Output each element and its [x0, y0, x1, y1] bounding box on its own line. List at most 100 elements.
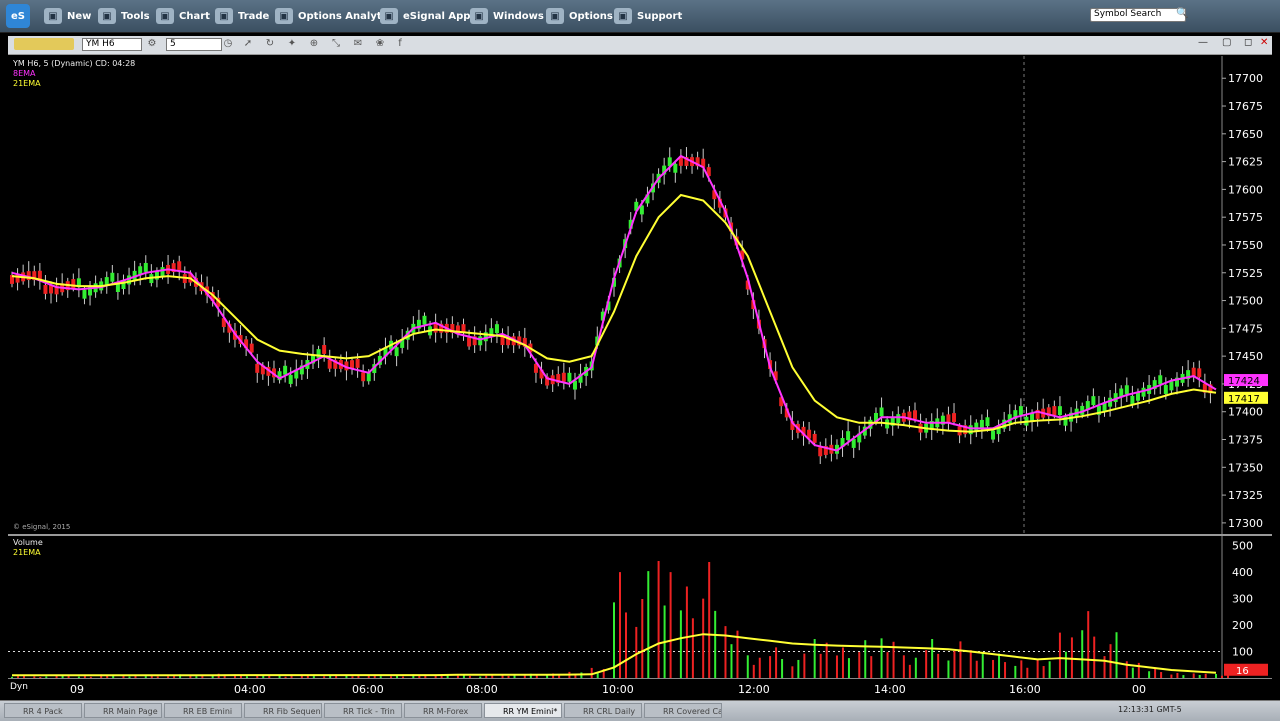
clock-icon[interactable]: ◷	[222, 38, 234, 50]
time-tick-label: 14:00	[874, 683, 906, 696]
page-tab[interactable]: RR Main Page	[84, 703, 162, 718]
volume-pane[interactable]: 100 200 300 400 500 16 Volume 21EMA	[8, 536, 1272, 678]
ema-line-21ema	[11, 193, 1217, 433]
menu-label: Tools	[121, 10, 150, 22]
menu-label: Chart	[179, 10, 210, 22]
menu-label: Trade	[238, 10, 270, 22]
trade-icon: ▣	[215, 8, 233, 24]
candle-body	[422, 315, 427, 325]
candle-body	[355, 358, 360, 368]
menu-new[interactable]: ▣ New	[44, 6, 91, 26]
price-tick-label: 17325	[1228, 489, 1263, 502]
menu-chart[interactable]: ▣ Chart	[156, 6, 210, 26]
menu-esignal-apps[interactable]: ▣ eSignal Apps	[380, 6, 476, 26]
menu-label: Options Analytix	[298, 10, 392, 22]
menu-options[interactable]: ▣ Options	[546, 6, 613, 26]
chart-toolbar: YM H6 ⚙ 5 ◷ ➚ ↻ ✦ ⊕ ⤡ ✉ ❀ f — ▢ ◻ ✕	[8, 36, 1272, 55]
page-tab-bar: RR 4 Pack RR Main Page RR EB Emini RR Fib S…	[0, 700, 1280, 721]
menu-options-analytix[interactable]: ▣ Options Analytix	[275, 6, 392, 26]
menu-windows[interactable]: ▣ Windows	[470, 6, 544, 26]
tools-icon: ▣	[98, 8, 116, 24]
candle-body	[968, 425, 973, 435]
close-icon[interactable]: ✕	[1260, 37, 1268, 48]
mail-icon[interactable]: ✉	[352, 38, 364, 50]
legend-volume-ema: 21EMA	[13, 548, 41, 557]
price-tick-label: 17600	[1228, 183, 1263, 196]
menu-label: Windows	[493, 10, 544, 22]
options-analytix-icon: ▣	[275, 8, 293, 24]
restore-icon[interactable]: ▢	[1222, 37, 1231, 48]
copyright-label: © eSignal, 2015	[13, 523, 71, 531]
last-volume-label: 16	[1236, 666, 1249, 677]
price-tick-label: 17300	[1228, 517, 1263, 530]
page-tab[interactable]: RR YM Emini*	[484, 703, 562, 718]
link-group-icon[interactable]	[14, 38, 74, 50]
twitter-icon[interactable]: ❀	[374, 38, 386, 50]
interval-icon[interactable]: ⚙	[146, 38, 158, 50]
page-tab[interactable]: RR Covered Call C...	[644, 703, 722, 718]
price-tick-label: 17625	[1228, 156, 1263, 169]
search-icon[interactable]: 🔍	[1176, 8, 1188, 19]
draw-line-icon[interactable]: ➚	[242, 38, 254, 50]
candle-body	[1052, 406, 1057, 416]
last-price-label: 17424	[1228, 376, 1260, 387]
symbol-input[interactable]: YM H6	[82, 38, 142, 51]
candle-body	[561, 372, 566, 382]
resize-icon[interactable]: ⤡	[330, 38, 342, 50]
candle-body	[177, 261, 182, 271]
candle-body	[1197, 368, 1202, 378]
support-icon: ▣	[614, 8, 632, 24]
candle-body	[818, 447, 823, 457]
minimize-icon[interactable]: —	[1198, 37, 1208, 48]
candle-body	[283, 365, 288, 375]
symbol-search-input[interactable]: Symbol Search	[1090, 8, 1186, 22]
legend-8ema: 8EMA	[13, 69, 36, 78]
new-icon: ▣	[44, 8, 62, 24]
menu-tools[interactable]: ▣ Tools	[98, 6, 150, 26]
app-logo-icon[interactable]: eS	[6, 4, 30, 28]
candle-body	[879, 407, 884, 417]
price-tick-label: 17550	[1228, 239, 1263, 252]
price-tick-label: 17525	[1228, 267, 1263, 280]
time-axis[interactable]: Dyn 09 04:00 06:00 08:00 10:00 12:00 14:00 16:0…	[8, 678, 1272, 699]
chart-icon: ▣	[156, 8, 174, 24]
menu-label: Support	[637, 10, 683, 22]
time-tick-label: 09	[70, 683, 84, 696]
price-tick-label: 17675	[1228, 100, 1263, 113]
volume-tick-label: 400	[1232, 566, 1253, 579]
candle-body	[673, 163, 678, 173]
facebook-icon[interactable]: f	[394, 38, 406, 50]
candle-body	[255, 363, 260, 373]
candle-body	[43, 284, 48, 294]
menu-trade[interactable]: ▣ Trade	[215, 6, 269, 26]
candle-body	[433, 323, 438, 333]
price-pane[interactable]: 1730017325173501737517400174251745017475…	[8, 56, 1272, 534]
interval-input[interactable]: 5	[166, 38, 222, 51]
page-tab[interactable]: RR Tick - Trin	[324, 703, 402, 718]
time-tick-label: 10:00	[602, 683, 634, 696]
candle-body	[913, 410, 917, 420]
cursor-icon[interactable]: ✦	[286, 38, 298, 50]
page-tab[interactable]: RR CRL Daily	[564, 703, 642, 718]
page-tab[interactable]: RR 4 Pack	[4, 703, 82, 718]
candle-body	[1169, 381, 1174, 391]
candle-body	[110, 272, 115, 282]
maximize-icon[interactable]: ◻	[1244, 37, 1252, 48]
menu-support[interactable]: ▣ Support	[614, 6, 682, 26]
page-tab[interactable]: RR Fib Sequence	[244, 703, 322, 718]
page-tab[interactable]: RR EB Emini	[164, 703, 242, 718]
page-tab[interactable]: RR M-Forex	[404, 703, 482, 718]
menu-bar: eS ▣ New ▣ Tools ▣ Chart ▣ Trade ▣ Options Analyt…	[0, 0, 1280, 33]
price-tick-label: 17500	[1228, 295, 1263, 308]
options-icon: ▣	[546, 8, 564, 24]
price-tick-label: 17700	[1228, 72, 1263, 85]
candle-body	[160, 267, 165, 277]
price-tick-label: 17400	[1228, 406, 1263, 419]
crosshair-icon[interactable]: ⊕	[308, 38, 320, 50]
price-pane-title: YM H6, 5 (Dynamic) CD: 04:28	[13, 59, 136, 68]
apps-icon: ▣	[380, 8, 398, 24]
volume-tick-label: 300	[1232, 592, 1253, 605]
zoom-icon[interactable]: ↻	[264, 38, 276, 50]
candle-body	[478, 336, 483, 346]
time-tick-label: 06:00	[352, 683, 384, 696]
